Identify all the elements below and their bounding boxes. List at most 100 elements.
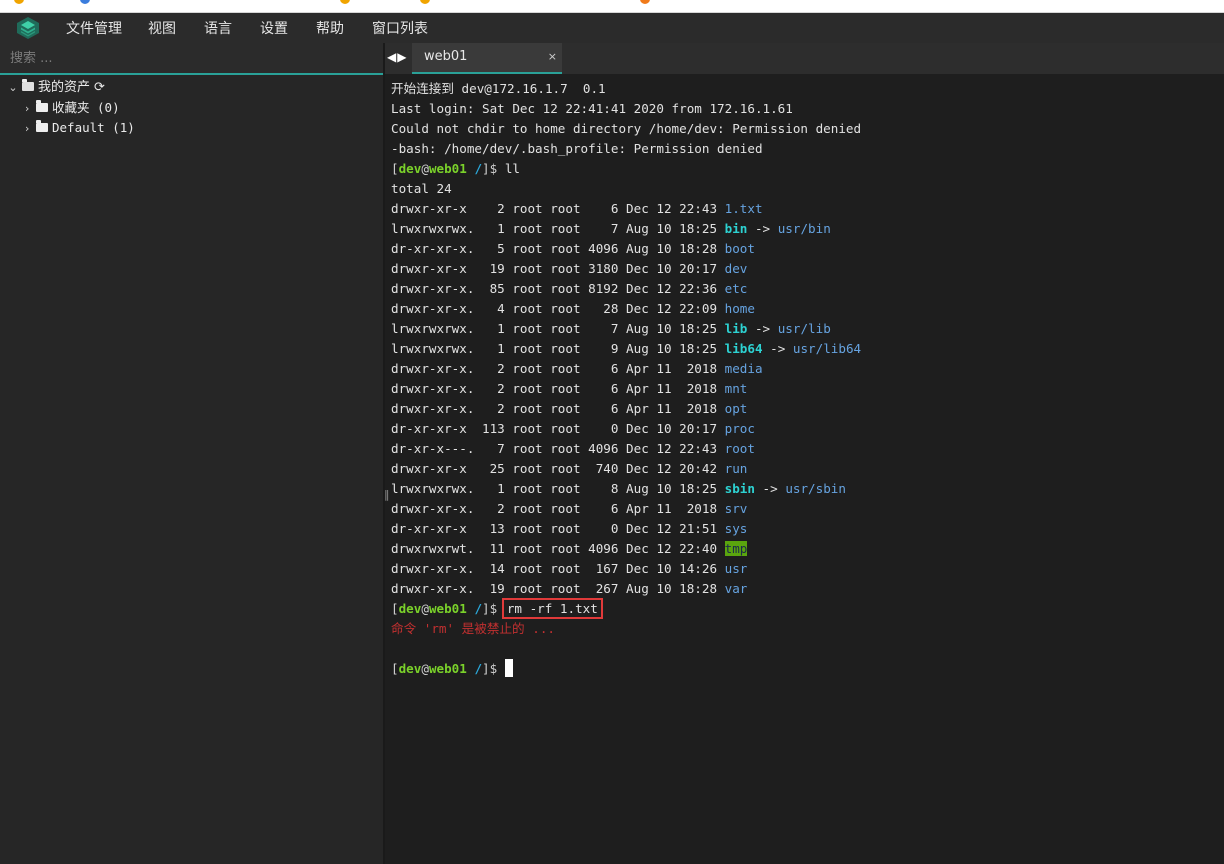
listing-name: sbin	[724, 481, 755, 496]
tree-item-label: 收藏夹 (0)	[52, 100, 120, 115]
listing-row: drwxrwxrwt. 11 root root 4096 Dec 12 22:…	[391, 539, 1221, 559]
refresh-icon[interactable]: ⟳	[94, 78, 105, 98]
listing-meta: dr-xr-xr-x 13 root root 0 Dec 12 21:51	[391, 521, 725, 536]
close-icon[interactable]: ×	[548, 50, 557, 63]
tab-web01[interactable]: web01 ×	[412, 43, 562, 74]
search-input[interactable]	[0, 43, 380, 73]
chevron-right-icon[interactable]: ›	[20, 99, 34, 119]
listing-meta: dr-xr-xr-x 113 root root 0 Dec 10 20:17	[391, 421, 725, 436]
listing-name: bin	[724, 221, 748, 236]
listing-name: srv	[724, 501, 748, 516]
tree-item-default[interactable]: › Default (1)	[20, 118, 135, 138]
menu-settings[interactable]: 设置	[260, 18, 288, 38]
prompt-user: dev	[398, 601, 422, 616]
terminal-intro-line: -bash: /home/dev/.bash_profile: Permissi…	[391, 139, 1221, 159]
listing-row: drwxr-xr-x. 19 root root 267 Aug 10 18:2…	[391, 579, 1221, 599]
listing-meta: drwxr-xr-x. 2 root root 6 Apr 11 2018	[391, 361, 725, 376]
listing-link-target: usr/lib64	[792, 341, 862, 356]
listing-row: drwxr-xr-x. 2 root root 6 Apr 11 2018 sr…	[391, 499, 1221, 519]
prompt-host: web01	[428, 601, 467, 616]
intro-text: -bash: /home/dev/.bash_profile: Permissi…	[391, 141, 763, 156]
listing-name: proc	[724, 421, 755, 436]
prompt-host: web01	[428, 661, 467, 676]
app-logo-icon	[17, 17, 39, 39]
listing-meta: dr-xr-x---. 7 root root 4096 Dec 12 22:4…	[391, 441, 725, 456]
bookmark-icon	[340, 0, 350, 4]
listing-row: dr-xr-xr-x 113 root root 0 Dec 10 20:17 …	[391, 419, 1221, 439]
listing-name: boot	[724, 241, 755, 256]
tree-item-favorites[interactable]: › 收藏夹 (0)	[20, 98, 120, 118]
listing-meta: drwxr-xr-x. 2 root root 6 Apr 11 2018	[391, 381, 725, 396]
bookmark-icon	[640, 0, 650, 4]
folder-icon	[36, 120, 48, 132]
listing-link-target: usr/bin	[777, 221, 831, 236]
tab-scroll-arrows-icon[interactable]: ◀▶	[387, 50, 407, 64]
prompt-bracket: ]	[482, 601, 490, 616]
listing-arrow: ->	[747, 321, 778, 336]
intro-text: 开始连接到 dev@172.16.1.7 0.1	[391, 81, 606, 96]
listing-name: lib	[724, 321, 748, 336]
menu-language[interactable]: 语言	[204, 18, 232, 38]
listing-row: drwxr-xr-x 19 root root 3180 Dec 10 20:1…	[391, 259, 1221, 279]
listing-meta: drwxr-xr-x. 19 root root 267 Aug 10 18:2…	[391, 581, 725, 596]
intro-text: Last login: Sat Dec 12 22:41:41 2020 fro…	[391, 101, 793, 116]
prompt-user: dev	[398, 661, 422, 676]
listing-meta: drwxr-xr-x 2 root root 6 Dec 12 22:43	[391, 201, 725, 216]
menu-window-list[interactable]: 窗口列表	[372, 18, 428, 38]
menu-help[interactable]: 帮助	[316, 18, 344, 38]
listing-meta: lrwxrwxrwx. 1 root root 8 Aug 10 18:25	[391, 481, 725, 496]
terminal-prompt-line: [dev@web01 /]$ rm -rf 1.txt	[391, 598, 1221, 619]
browser-bookmarks-strip	[0, 0, 1224, 13]
listing-row: drwxr-xr-x. 14 root root 167 Dec 10 14:2…	[391, 559, 1221, 579]
listing-name: root	[724, 441, 755, 456]
chevron-down-icon[interactable]: ⌄	[6, 78, 20, 98]
terminal-output[interactable]: 开始连接到 dev@172.16.1.7 0.1 Last login: Sat …	[391, 79, 1221, 859]
listing-arrow: ->	[762, 341, 793, 356]
session-tab-bar: ◀▶ web01 ×	[385, 43, 1224, 74]
listing-meta: drwxr-xr-x. 2 root root 6 Apr 11 2018	[391, 501, 725, 516]
prompt-bracket: [	[391, 601, 399, 616]
highlighted-command-text: rm -rf 1.txt	[501, 598, 603, 619]
listing-name: media	[724, 361, 763, 376]
splitter-grip-icon[interactable]: ‖	[384, 488, 390, 501]
bookmark-icon	[14, 0, 24, 4]
listing-name: opt	[724, 401, 748, 416]
listing-row: lrwxrwxrwx. 1 root root 7 Aug 10 18:25 b…	[391, 219, 1221, 239]
listing-name: tmp	[724, 541, 748, 556]
terminal-prompt-line: [dev@web01 /]$	[391, 659, 1221, 679]
listing-row: drwxr-xr-x. 2 root root 6 Apr 11 2018 op…	[391, 399, 1221, 419]
bookmark-icon	[80, 0, 90, 4]
terminal-error-line: 命令 'rm' 是被禁止的 ...	[391, 619, 1221, 639]
terminal-intro-line: Last login: Sat Dec 12 22:41:41 2020 fro…	[391, 99, 1221, 119]
prompt-at: @	[421, 661, 429, 676]
listing-row: drwxr-xr-x. 85 root root 8192 Dec 12 22:…	[391, 279, 1221, 299]
command-text: ll	[504, 161, 520, 176]
tree-root-my-assets[interactable]: ⌄ 我的资产 ⟳	[6, 78, 105, 98]
total-text: total 24	[391, 181, 452, 196]
menu-file-manager[interactable]: 文件管理	[66, 18, 122, 38]
listing-name: var	[724, 581, 748, 596]
listing-meta: drwxr-xr-x. 14 root root 167 Dec 10 14:2…	[391, 561, 725, 576]
listing-name: etc	[724, 281, 748, 296]
listing-meta: drwxr-xr-x. 4 root root 28 Dec 12 22:09	[391, 301, 725, 316]
prompt-path: /	[474, 661, 483, 676]
chevron-right-icon[interactable]: ›	[20, 119, 34, 139]
listing-meta: lrwxrwxrwx. 1 root root 9 Aug 10 18:25	[391, 341, 725, 356]
terminal-total-line: total 24	[391, 179, 1221, 199]
folder-icon	[36, 100, 48, 112]
listing-link-target: usr/sbin	[785, 481, 846, 496]
listing-meta: drwxr-xr-x 25 root root 740 Dec 12 20:42	[391, 461, 725, 476]
listing-link-target: usr/lib	[777, 321, 831, 336]
listing-meta: drwxr-xr-x 19 root root 3180 Dec 10 20:1…	[391, 261, 725, 276]
listing-row: dr-xr-xr-x. 5 root root 4096 Aug 10 18:2…	[391, 239, 1221, 259]
menu-view[interactable]: 视图	[148, 18, 176, 38]
prompt-bracket: [	[391, 161, 399, 176]
intro-text: Could not chdir to home directory /home/…	[391, 121, 862, 136]
listing-row: drwxr-xr-x. 2 root root 6 Apr 11 2018 me…	[391, 359, 1221, 379]
pane-splitter[interactable]	[383, 43, 385, 864]
listing-row: drwxr-xr-x 25 root root 740 Dec 12 20:42…	[391, 459, 1221, 479]
listing-row: drwxr-xr-x. 4 root root 28 Dec 12 22:09 …	[391, 299, 1221, 319]
